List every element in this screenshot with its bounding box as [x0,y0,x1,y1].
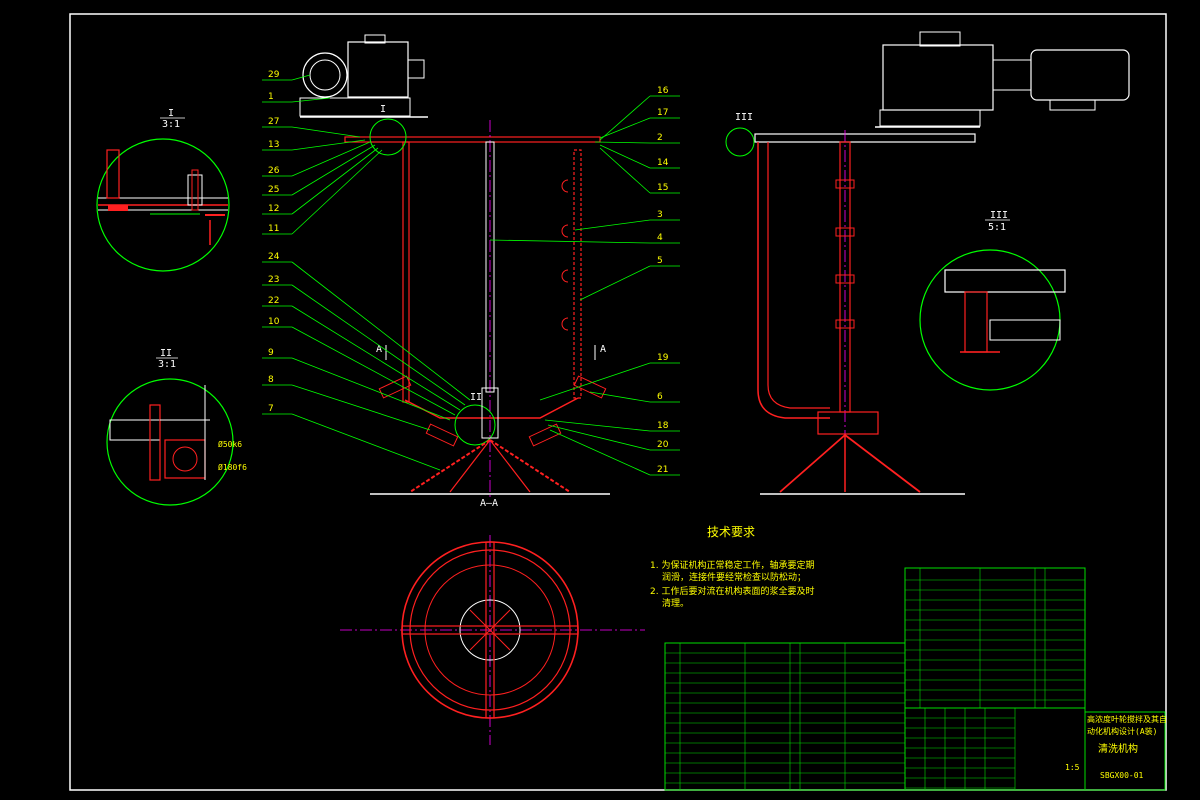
callout-label-16: 16 [657,86,669,96]
title-drawing-no: SBGX00-01 [1100,771,1144,780]
callout-label-15: 15 [657,183,668,193]
callout-label-3: 3 [657,210,663,220]
detail-II-name: II [160,348,172,359]
detail-I-name: I [168,108,174,119]
callout-leader [579,265,651,301]
callout-label-7: 7 [268,404,274,414]
callout-leader [544,419,651,432]
detail-II-view: II 3:1 Ø50k6 Ø180f6 [106,348,247,506]
section-label: A—A [480,498,498,509]
callout-label-11: 11 [268,224,279,234]
engineering-drawing: I 3:1 II 3:1 Ø50k6 Ø180f6 A A A—A I II 2… [69,13,1167,791]
dim-d1: Ø50k6 [218,439,242,449]
callout-label-25: 25 [268,185,279,195]
tech-req-line-4: 清理。 [662,597,689,609]
callout-leader [291,97,331,103]
callout-leader [291,74,311,81]
callout-leader [291,326,456,416]
callout-label-12: 12 [268,204,279,214]
main-elevation-view: A A A—A I II [299,34,610,509]
callout-label-20: 20 [657,440,669,450]
detail-III-scale: 5:1 [988,222,1006,233]
callout-label-19: 19 [657,353,669,363]
callout-label-8: 8 [268,375,274,385]
tech-req-line-1: 1. 为保证机构正常稳定工作，轴承要定期 [650,559,814,571]
detail-II-scale: 3:1 [158,359,176,370]
detail-III-mark: III [735,112,753,123]
callout-leader [489,239,651,244]
callout-label-2: 2 [657,133,663,143]
callout-leader [599,117,651,139]
side-elevation-view: III [725,31,1130,495]
title-block: 高浓度叶轮搅拌及其自 动化机构设计(A装) 清洗机构 SBGX00-01 1:5 [1065,711,1167,791]
detail-II-mark: II [470,392,482,403]
detail-III-view: III 5:1 [919,210,1066,391]
callout-label-10: 10 [268,317,280,327]
callout-leader [574,219,651,231]
callout-label-6: 6 [657,392,663,402]
title-part-name: 清洗机构 [1098,742,1138,755]
callout-leader [549,429,651,476]
callout-leader [291,284,466,406]
tech-req-line-2: 润滑，连接件要经常检查以防松动； [662,571,806,583]
plan-view [340,535,645,745]
left-callouts: 29 1 27 13 26 25 12 11 24 23 22 10 9 8 7 [262,70,471,471]
cut-mark-right: A [600,344,606,355]
callout-leader [291,139,366,151]
callout-label-29: 29 [268,70,280,80]
callout-leader [291,149,383,235]
right-callouts: 16 17 2 14 15 3 4 5 19 6 18 20 21 [489,86,680,476]
callout-leader [594,141,651,144]
callout-label-13: 13 [268,140,279,150]
detail-III-name: III [990,210,1008,221]
parts-list-table [664,567,1086,791]
callout-leader [291,261,471,401]
tech-req-title: 技术要求 [707,525,755,539]
callout-leader [599,95,651,141]
callout-leader [291,141,371,177]
callout-label-9: 9 [268,348,274,358]
technical-requirements: 技术要求 1. 为保证机构正常稳定工作，轴承要定期 润滑，连接件要经常检查以防松… [650,525,814,609]
callout-leader [291,305,461,411]
callout-label-1: 1 [268,92,274,102]
callout-leader [291,147,379,215]
callout-leader [599,144,651,169]
callout-leader [291,413,441,471]
callout-label-14: 14 [657,158,669,168]
dim-d2: Ø180f6 [218,462,247,472]
callout-label-18: 18 [657,421,669,431]
callout-leader [547,424,651,451]
detail-I-scale: 3:1 [162,119,180,130]
table-lower [664,642,906,791]
callout-label-26: 26 [268,166,280,176]
title-project: 高浓度叶轮搅拌及其自 [1087,714,1167,724]
callout-label-17: 17 [657,108,668,118]
callout-label-23: 23 [268,275,279,285]
callout-label-21: 21 [657,465,668,475]
table-upper [904,567,1086,709]
tech-req-line-3: 2. 工作后要对流在机构表面的浆全要及时 [650,585,814,597]
callout-label-24: 24 [268,252,280,262]
title-project-2: 动化机构设计(A装) [1087,726,1157,736]
title-scale: 1:5 [1065,763,1080,772]
callout-leader [291,144,376,196]
callout-label-27: 27 [268,117,279,127]
detail-I-view: I 3:1 [96,108,230,272]
callout-leader [599,147,651,194]
detail-I-mark: I [380,104,386,115]
callout-label-4: 4 [657,233,663,243]
callout-label-5: 5 [657,256,663,266]
callout-leader [291,126,361,138]
callout-label-22: 22 [268,296,279,306]
